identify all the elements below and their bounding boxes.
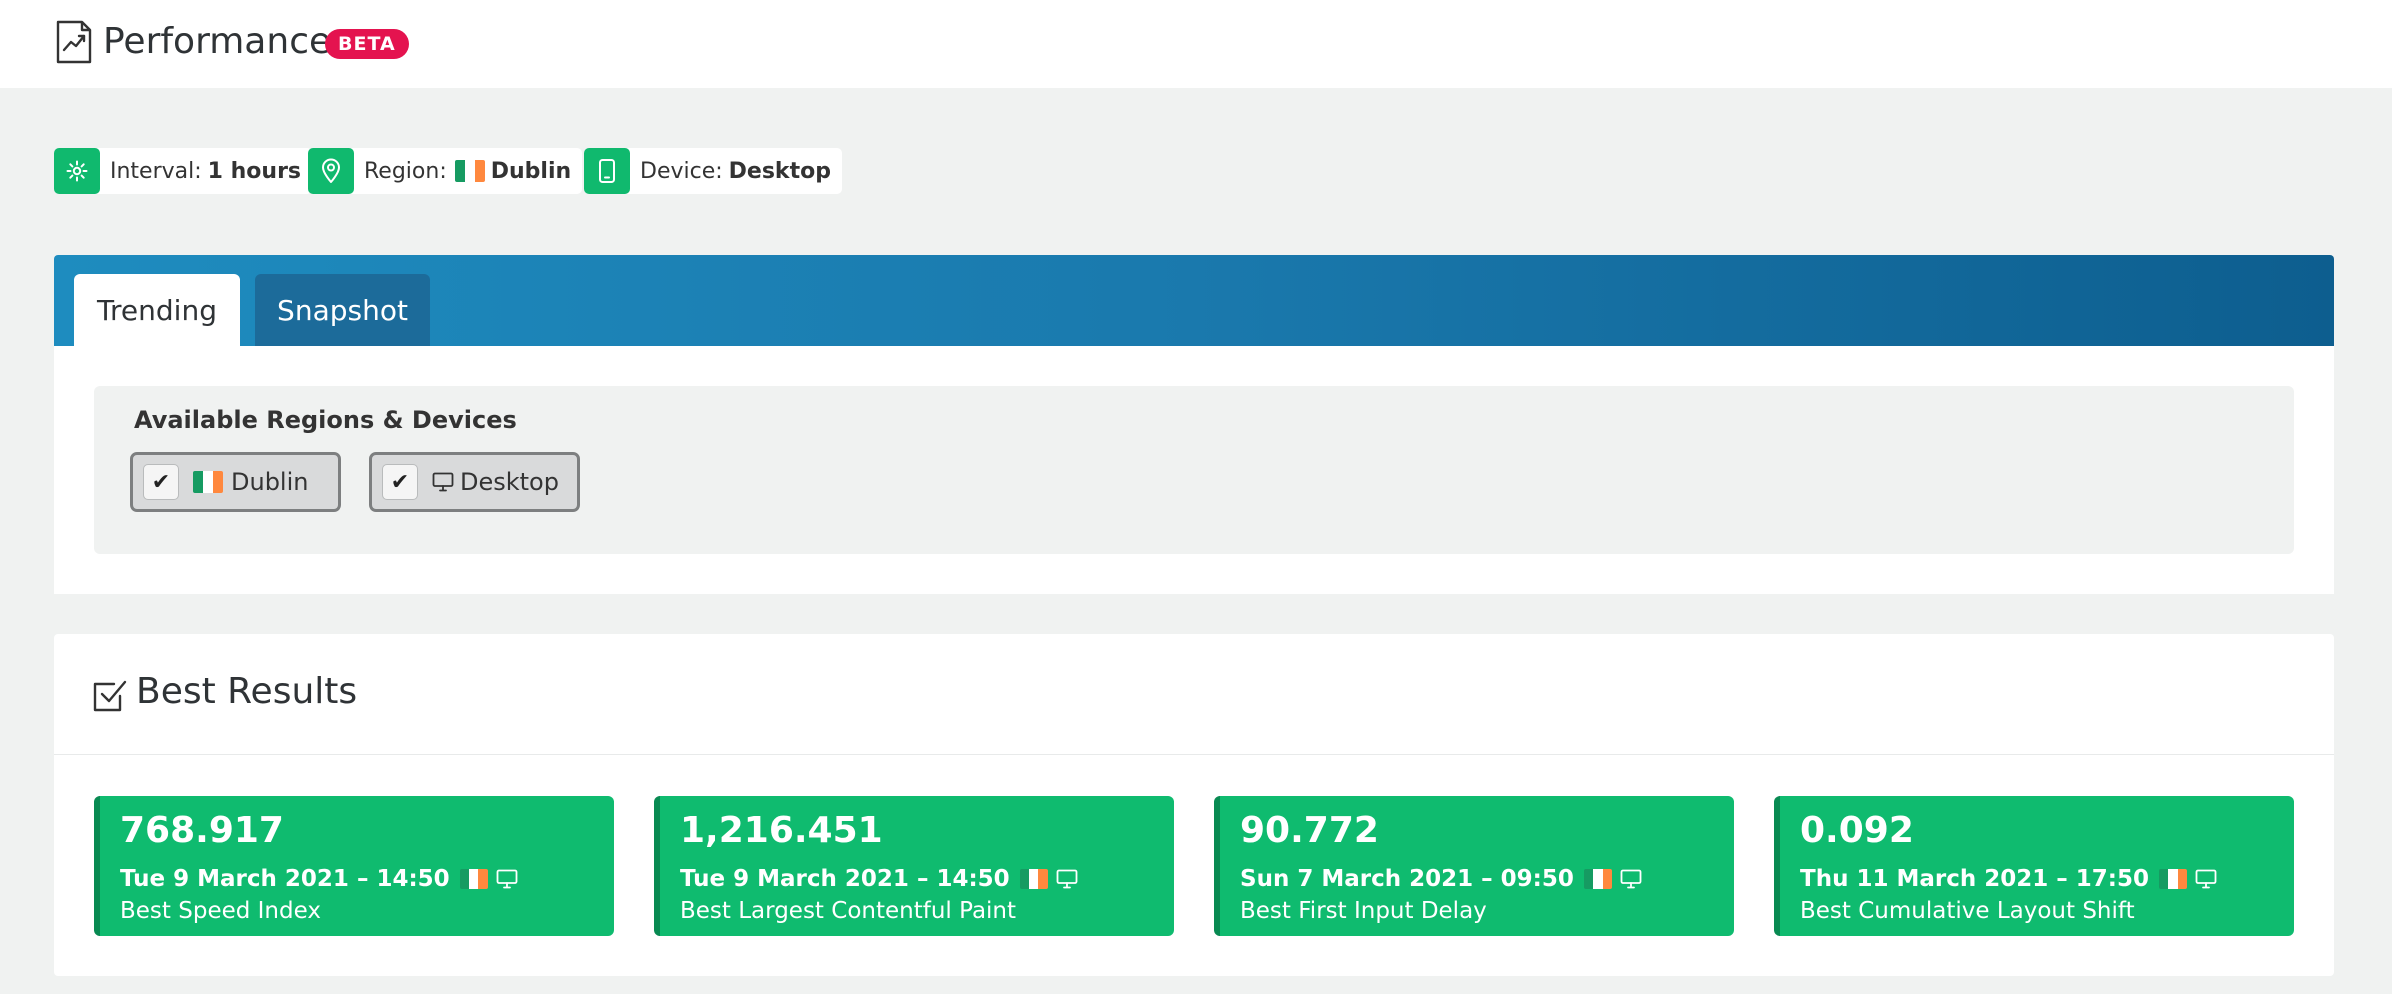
result-value: 768.917: [120, 810, 284, 851]
tab-trending[interactable]: Trending: [74, 274, 240, 346]
toggle-dublin-label: Dublin: [231, 468, 309, 496]
region-label: Region:: [364, 158, 447, 184]
interval-value: 1 hours: [207, 158, 302, 184]
checkmark-icon: ✔: [382, 464, 418, 500]
tab-snapshot[interactable]: Snapshot: [255, 274, 430, 346]
toggle-dublin[interactable]: ✔ Dublin: [130, 452, 341, 512]
region-value: Dublin: [490, 158, 572, 184]
tab-bar: Trending Snapshot: [54, 255, 2334, 346]
device-pill[interactable]: Device: Desktop: [584, 148, 842, 194]
region-pill[interactable]: Region: Dublin: [308, 148, 583, 194]
interval-pill[interactable]: Interval: 1 hours: [54, 148, 313, 194]
result-card-speed-index: 768.917 Tue 9 March 2021 – 14:50 Best Sp…: [94, 796, 614, 936]
monitor-icon: [496, 869, 518, 889]
result-card-cls: 0.092 Thu 11 March 2021 – 17:50 Best Cum…: [1774, 796, 2294, 936]
gear-icon: [54, 148, 100, 194]
trending-panel: Trending Snapshot Available Regions & De…: [54, 255, 2334, 594]
result-date: Sun 7 March 2021 – 09:50: [1240, 866, 1574, 892]
result-date-row: Thu 11 March 2021 – 17:50: [1800, 866, 2217, 892]
result-value: 1,216.451: [680, 810, 883, 851]
ireland-flag-icon: [2158, 869, 2187, 889]
result-date-row: Tue 9 March 2021 – 14:50: [680, 866, 1078, 892]
checkmark-icon: ✔: [143, 464, 179, 500]
device-label: Device:: [640, 158, 723, 184]
regions-heading: Available Regions & Devices: [134, 406, 517, 434]
beta-badge: BETA: [325, 29, 409, 59]
result-card-fid: 90.772 Sun 7 March 2021 – 09:50 Best Fir…: [1214, 796, 1734, 936]
mobile-device-icon: [584, 148, 630, 194]
chart-document-icon: [56, 20, 92, 64]
result-card-lcp: 1,216.451 Tue 9 March 2021 – 14:50 Best …: [654, 796, 1174, 936]
monitor-icon: [432, 472, 454, 492]
monitor-icon: [1056, 869, 1078, 889]
checkbox-icon: [93, 680, 127, 712]
monitor-icon: [1620, 869, 1642, 889]
best-results-title: Best Results: [136, 671, 358, 712]
regions-devices-box: Available Regions & Devices ✔ Dublin ✔ D…: [94, 386, 2294, 554]
ireland-flag-icon: [459, 869, 488, 889]
ireland-flag-icon: [193, 471, 223, 493]
map-pin-icon: [308, 148, 354, 194]
result-date: Tue 9 March 2021 – 14:50: [680, 866, 1010, 892]
result-date: Thu 11 March 2021 – 17:50: [1800, 866, 2149, 892]
result-metric: Best Speed Index: [120, 898, 321, 924]
ireland-flag-icon: [454, 160, 485, 182]
result-metric: Best Cumulative Layout Shift: [1800, 898, 2135, 924]
top-bar: Performance BETA: [0, 0, 2392, 88]
toggle-desktop-label: Desktop: [460, 468, 559, 496]
result-metric: Best First Input Delay: [1240, 898, 1487, 924]
result-metric: Best Largest Contentful Paint: [680, 898, 1017, 924]
result-date-row: Tue 9 March 2021 – 14:50: [120, 866, 518, 892]
monitor-icon: [2195, 869, 2217, 889]
best-results-header: Best Results: [54, 634, 2334, 755]
best-results-panel: Best Results 768.917 Tue 9 March 2021 – …: [54, 634, 2334, 976]
result-value: 0.092: [1800, 810, 1914, 851]
ireland-flag-icon: [1019, 869, 1048, 889]
device-value: Desktop: [728, 158, 831, 184]
ireland-flag-icon: [1583, 869, 1612, 889]
page-title: Performance: [103, 21, 332, 62]
interval-label: Interval:: [110, 158, 202, 184]
toggle-desktop[interactable]: ✔ Desktop: [369, 452, 580, 512]
result-date-row: Sun 7 March 2021 – 09:50: [1240, 866, 1642, 892]
result-date: Tue 9 March 2021 – 14:50: [120, 866, 450, 892]
result-value: 90.772: [1240, 810, 1379, 851]
